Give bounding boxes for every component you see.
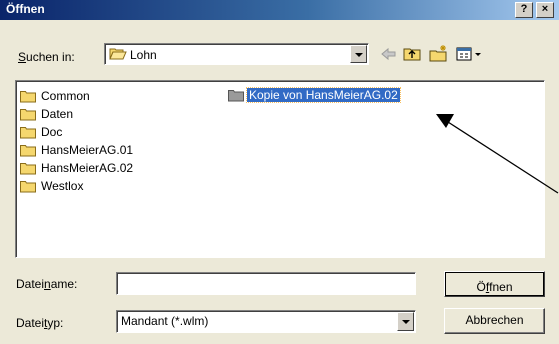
open-label-pre: Ö — [476, 280, 486, 294]
annotation-arrow — [436, 114, 559, 194]
folder-label: Kopie von HansMeierAG.02 — [246, 87, 401, 103]
filename-label: Dateiname: — [16, 277, 77, 291]
folder-item-kopie-von-hansmeierag-02[interactable]: Kopie von HansMeierAG.02 — [228, 86, 401, 104]
filetype-label-pre: Datei — [16, 316, 45, 330]
folder-icon — [20, 108, 36, 120]
lookin-value-wrap: Lohn — [109, 47, 157, 62]
filetype-value: Mandant (*.wlm) — [121, 314, 209, 328]
lookin-value: Lohn — [130, 48, 157, 62]
open-folder-icon — [109, 48, 127, 60]
filename-label-post: ame: — [50, 277, 78, 291]
folder-item-daten[interactable]: Daten — [20, 105, 75, 123]
open-label-post: fnen — [489, 280, 513, 294]
folder-icon — [20, 126, 36, 138]
filetype-dropdown-arrow[interactable] — [397, 312, 414, 331]
folder-label: Daten — [41, 107, 74, 121]
folder-icon — [20, 162, 36, 174]
filename-input[interactable] — [116, 272, 416, 295]
lookin-label-post: uchen in: — [26, 50, 75, 64]
lookin-dropdown[interactable]: Lohn — [104, 43, 369, 65]
title-bar: Öffnen ? × — [0, 0, 559, 20]
window-title: Öffnen — [6, 2, 45, 16]
folder-icon — [20, 180, 36, 192]
cancel-button[interactable]: Abbrechen — [444, 308, 545, 334]
filename-label-pre: Datei — [16, 277, 45, 291]
folder-item-hansmeierag-02[interactable]: HansMeierAG.02 — [20, 159, 135, 177]
up-one-level-icon[interactable] — [402, 44, 424, 64]
folder-icon — [20, 90, 36, 102]
open-button[interactable]: Öffnen — [444, 271, 545, 297]
back-arrow-icon[interactable] — [378, 44, 400, 64]
help-button-label: ? — [520, 3, 528, 15]
help-button[interactable]: ? — [515, 2, 533, 18]
filename-label-accel: n — [44, 277, 51, 291]
folder-icon — [228, 89, 244, 101]
filetype-label: Dateityp: — [16, 316, 63, 330]
folder-label: HansMeierAG.02 — [41, 161, 134, 175]
folder-label: Doc — [41, 125, 63, 139]
new-folder-icon[interactable] — [428, 44, 450, 64]
lookin-label: Suchen in: — [18, 50, 75, 64]
lookin-dropdown-arrow[interactable] — [350, 45, 367, 63]
filetype-dropdown[interactable]: Mandant (*.wlm) — [116, 310, 416, 333]
close-button-label: × — [541, 3, 549, 15]
folder-label: Common — [41, 89, 90, 103]
close-button[interactable]: × — [536, 2, 554, 18]
folder-item-common[interactable]: Common — [20, 87, 92, 105]
folder-icon — [20, 144, 36, 156]
cancel-button-label: Abbrechen — [465, 313, 524, 327]
folder-label: HansMeierAG.01 — [41, 143, 134, 157]
folder-item-doc[interactable]: Doc — [20, 123, 64, 141]
filetype-label-post: yp: — [47, 316, 64, 330]
folder-label: Westlox — [41, 179, 84, 193]
view-menu-icon[interactable] — [455, 44, 485, 64]
folder-item-hansmeierag-01[interactable]: HansMeierAG.01 — [20, 141, 135, 159]
folder-item-westlox[interactable]: Westlox — [20, 177, 85, 195]
lookin-label-accel: S — [18, 50, 27, 64]
open-button-label: Öffnen — [476, 276, 512, 294]
